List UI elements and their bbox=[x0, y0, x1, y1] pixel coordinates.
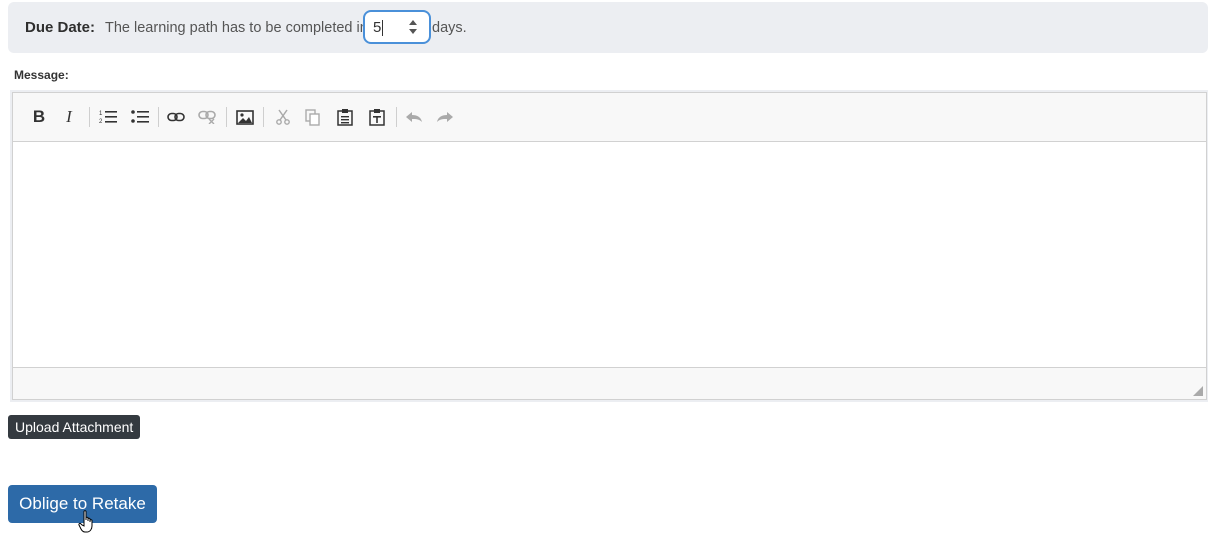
due-date-text: The learning path has to be completed in bbox=[105, 20, 368, 36]
image-icon[interactable] bbox=[232, 105, 258, 129]
due-date-suffix: days. bbox=[432, 20, 467, 36]
bold-icon[interactable]: B bbox=[26, 105, 52, 129]
text-caret bbox=[382, 20, 383, 36]
toolbar-separator bbox=[396, 107, 397, 127]
message-label: Message: bbox=[14, 68, 69, 82]
spinner-up-icon[interactable] bbox=[409, 20, 417, 25]
toolbar-separator bbox=[89, 107, 90, 127]
editor-content-area[interactable] bbox=[13, 142, 1206, 367]
editor-toolbar: B I 12 bbox=[13, 93, 1206, 142]
numbered-list-icon[interactable]: 12 bbox=[95, 105, 121, 129]
due-days-input[interactable]: 5 bbox=[363, 10, 431, 44]
cut-icon[interactable] bbox=[270, 105, 296, 129]
due-date-label: Due Date: bbox=[25, 19, 96, 36]
editor-statusbar bbox=[13, 367, 1206, 399]
redo-icon[interactable] bbox=[432, 105, 458, 129]
toolbar-separator bbox=[158, 107, 159, 127]
copy-icon[interactable] bbox=[300, 105, 326, 129]
svg-text:2: 2 bbox=[99, 119, 103, 124]
italic-icon[interactable]: I bbox=[56, 105, 82, 129]
link-icon[interactable] bbox=[163, 105, 189, 129]
toolbar-separator bbox=[263, 107, 264, 127]
svg-text:1: 1 bbox=[99, 111, 103, 117]
spinner-icon[interactable] bbox=[409, 20, 419, 36]
undo-icon[interactable] bbox=[401, 105, 427, 129]
due-days-value: 5 bbox=[373, 19, 382, 36]
upload-attachment-button[interactable]: Upload Attachment bbox=[8, 415, 141, 439]
spinner-down-icon[interactable] bbox=[409, 29, 417, 34]
due-date-panel: Due Date: The learning path has to be co… bbox=[8, 2, 1208, 53]
hand-cursor-icon bbox=[78, 510, 93, 533]
unlink-icon[interactable] bbox=[194, 105, 220, 129]
resize-handle-icon[interactable] bbox=[1193, 386, 1203, 396]
paste-icon[interactable] bbox=[332, 105, 358, 129]
toolbar-separator bbox=[226, 107, 227, 127]
paste-text-icon[interactable] bbox=[364, 105, 390, 129]
message-editor: B I 12 bbox=[10, 90, 1208, 402]
bulleted-list-icon[interactable] bbox=[127, 105, 153, 129]
